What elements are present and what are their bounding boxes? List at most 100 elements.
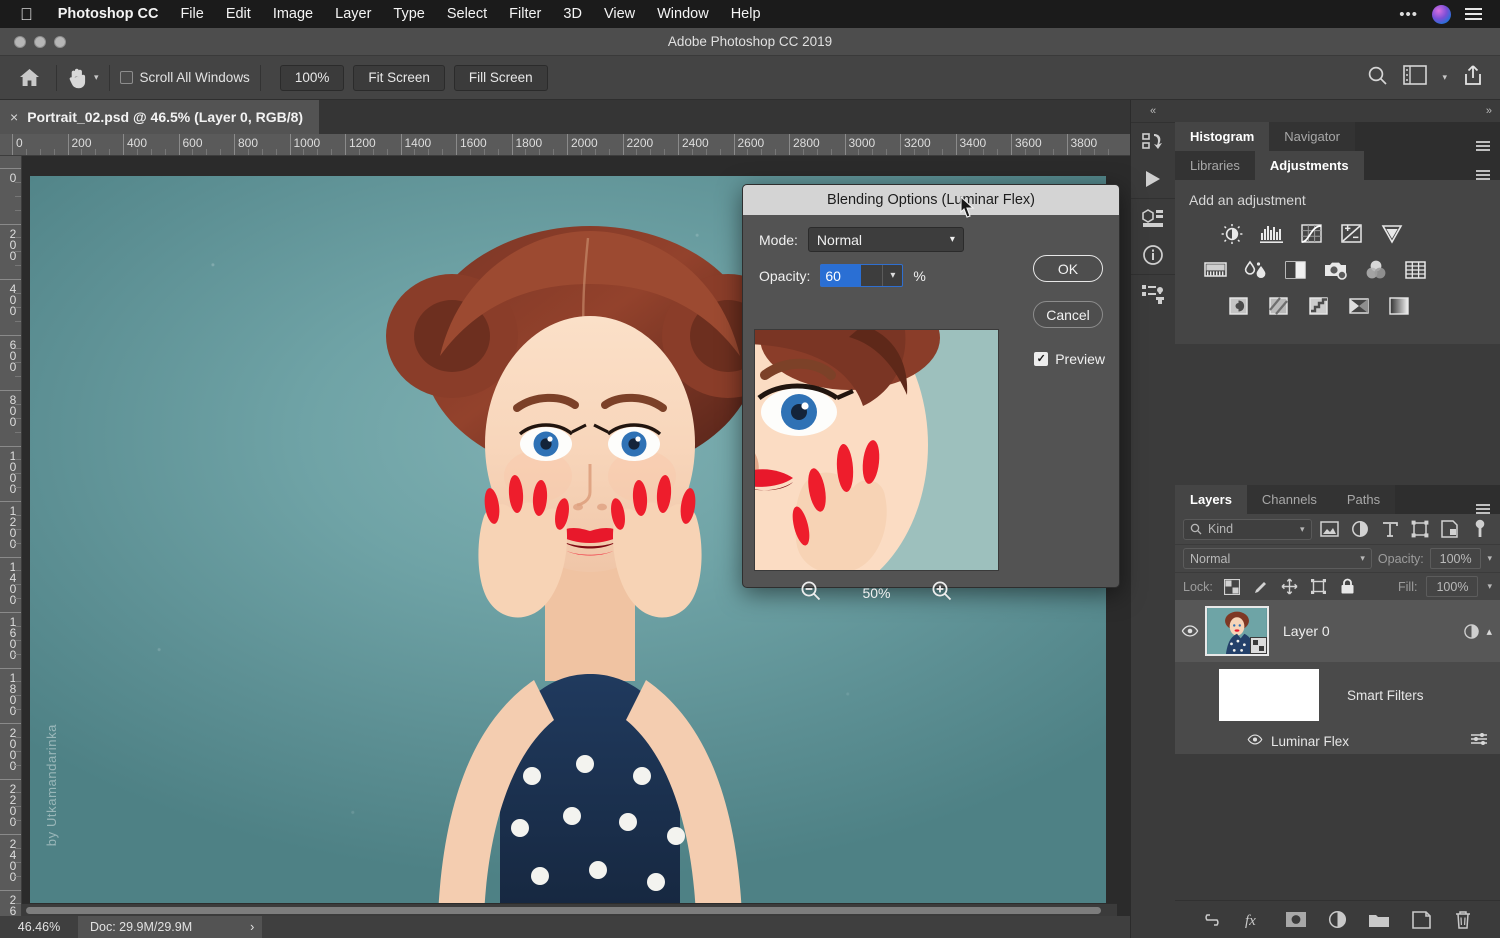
lock-image-pixels-icon[interactable] bbox=[1251, 577, 1271, 597]
menu-help[interactable]: Help bbox=[720, 6, 772, 22]
posterize-icon[interactable] bbox=[1267, 294, 1293, 318]
ok-button[interactable]: OK bbox=[1033, 255, 1103, 282]
delete-layer-icon[interactable] bbox=[1450, 908, 1476, 932]
menu-filter[interactable]: Filter bbox=[498, 6, 552, 22]
layer-thumbnail[interactable] bbox=[1205, 606, 1269, 656]
smart-filter-mask-thumbnail[interactable] bbox=[1219, 669, 1319, 721]
siri-icon[interactable] bbox=[1432, 4, 1451, 24]
menu-file[interactable]: File bbox=[169, 6, 214, 22]
menu-view[interactable]: View bbox=[593, 6, 646, 22]
opacity-value[interactable]: 60 bbox=[821, 265, 862, 286]
blending-options-dialog[interactable]: Blending Options (Luminar Flex) Mode: No… bbox=[742, 184, 1120, 601]
zoom-100-button[interactable]: 100% bbox=[279, 64, 345, 91]
smart-filters-row[interactable]: Smart Filters bbox=[1175, 662, 1500, 728]
fx-icon[interactable]: fx bbox=[1241, 908, 1267, 932]
chevron-down-icon[interactable]: ▾ bbox=[950, 234, 955, 245]
expand-panels-icon[interactable]: « bbox=[1131, 100, 1175, 122]
workspace-switcher-icon[interactable] bbox=[1403, 65, 1428, 90]
layer-mask-icon[interactable] bbox=[1283, 908, 1309, 932]
threshold-icon[interactable] bbox=[1307, 294, 1333, 318]
preview-checkbox[interactable]: ✓ Preview bbox=[1034, 351, 1105, 367]
layer-blend-mode-select[interactable]: Normal ▾ bbox=[1183, 548, 1372, 569]
panel-menu-icon[interactable] bbox=[1476, 504, 1500, 514]
adjustment-layer-icon[interactable] bbox=[1324, 908, 1350, 932]
photo-filter-icon[interactable] bbox=[1323, 258, 1349, 282]
close-icon[interactable]: × bbox=[10, 109, 18, 125]
filter-pixel-layers-icon[interactable] bbox=[1318, 518, 1342, 540]
home-icon[interactable] bbox=[12, 68, 46, 87]
curves-icon[interactable] bbox=[1299, 222, 1325, 246]
layer-name[interactable]: Layer 0 bbox=[1283, 623, 1330, 639]
vibrance-icon[interactable] bbox=[1379, 222, 1405, 246]
canvas-horizontal-scrollbar[interactable] bbox=[22, 903, 1117, 916]
panel-menu-icon[interactable] bbox=[1476, 170, 1500, 180]
brightness-contrast-icon[interactable] bbox=[1219, 222, 1245, 246]
levels-icon[interactable] bbox=[1259, 222, 1285, 246]
checkbox-box[interactable] bbox=[119, 71, 133, 84]
filter-adjustment-layers-icon[interactable] bbox=[1348, 518, 1372, 540]
dialog-preview-pane[interactable] bbox=[754, 329, 999, 571]
tab-libraries[interactable]: Libraries bbox=[1175, 151, 1255, 180]
collapse-panels-icon[interactable]: » bbox=[1175, 100, 1500, 122]
new-group-icon[interactable] bbox=[1366, 908, 1392, 932]
chevron-down-icon[interactable]: ▾ bbox=[1487, 581, 1492, 592]
chevron-down-icon[interactable]: ▾ bbox=[1442, 72, 1447, 83]
status-expand-icon[interactable]: › bbox=[250, 920, 254, 934]
mode-select[interactable]: Normal ▾ bbox=[807, 227, 964, 252]
chevron-down-icon[interactable]: ▾ bbox=[882, 265, 902, 286]
menu-window[interactable]: Window bbox=[646, 6, 720, 22]
zoom-in-icon[interactable] bbox=[931, 580, 953, 605]
vertical-ruler[interactable]: 0 200 400 600 800 1000 1200 1400 1600 1800 2000 220… bbox=[0, 156, 22, 916]
tab-histogram[interactable]: Histogram bbox=[1175, 122, 1270, 151]
menu-layer[interactable]: Layer bbox=[324, 6, 382, 22]
lock-artboard-nesting-icon[interactable] bbox=[1309, 577, 1329, 597]
exposure-icon[interactable] bbox=[1339, 222, 1365, 246]
menu-photoshop-cc[interactable]: Photoshop CC bbox=[47, 6, 170, 22]
checkbox-checked-icon[interactable]: ✓ bbox=[1034, 352, 1049, 366]
filter-smart-objects-icon[interactable] bbox=[1438, 518, 1462, 540]
chevron-down-icon[interactable]: ▾ bbox=[1360, 553, 1365, 564]
menu-image[interactable]: Image bbox=[262, 6, 324, 22]
control-center-icon[interactable] bbox=[1465, 8, 1482, 20]
menu-edit[interactable]: Edit bbox=[215, 6, 262, 22]
scrollbar-thumb[interactable] bbox=[26, 907, 1101, 914]
filter-row-luminar-flex[interactable]: Luminar Flex bbox=[1175, 728, 1500, 754]
tab-paths[interactable]: Paths bbox=[1331, 485, 1396, 514]
info-icon[interactable] bbox=[1138, 242, 1168, 268]
lock-position-icon[interactable] bbox=[1280, 577, 1300, 597]
filter-toggle-icon[interactable] bbox=[1468, 518, 1492, 540]
collapse-filters-icon[interactable]: ▴ bbox=[1486, 625, 1492, 638]
document-tab[interactable]: × Portrait_02.psd @ 46.5% (Layer 0, RGB/… bbox=[0, 100, 320, 134]
history-icon[interactable] bbox=[1138, 129, 1168, 155]
more-options-icon[interactable]: ••• bbox=[1399, 6, 1418, 23]
chevron-down-icon[interactable]: ▾ bbox=[1487, 553, 1492, 564]
horizontal-ruler[interactable]: 0 200 400 600 800 1000 1200 1400 1600 1800 2000 220… bbox=[0, 134, 1130, 156]
search-icon[interactable] bbox=[1367, 65, 1388, 91]
tool-presets-icon[interactable] bbox=[1138, 281, 1168, 307]
link-icon[interactable] bbox=[1199, 908, 1225, 932]
layer-visibility-icon[interactable] bbox=[1175, 625, 1205, 637]
tab-adjustments[interactable]: Adjustments bbox=[1254, 151, 1364, 180]
chevron-down-icon[interactable]: ▾ bbox=[1300, 524, 1305, 535]
document-size-info[interactable]: Doc: 29.9M/29.9M › bbox=[78, 916, 263, 938]
tab-layers[interactable]: Layers bbox=[1175, 485, 1247, 514]
tab-channels[interactable]: Channels bbox=[1246, 485, 1332, 514]
filter-name[interactable]: Luminar Flex bbox=[1271, 734, 1349, 749]
panel-menu-icon[interactable] bbox=[1476, 141, 1500, 151]
black-white-icon[interactable] bbox=[1283, 258, 1309, 282]
3d-panel-icon[interactable] bbox=[1138, 205, 1168, 231]
tab-navigator[interactable]: Navigator bbox=[1269, 122, 1355, 151]
color-lookup-icon[interactable] bbox=[1403, 258, 1429, 282]
zoom-level-value[interactable]: 46.46% bbox=[0, 920, 78, 934]
blending-options-icon[interactable] bbox=[1470, 732, 1500, 751]
filter-kind-select[interactable]: Kind ▾ bbox=[1183, 518, 1312, 540]
layer-row-layer-0[interactable]: Layer 0 ▴ bbox=[1175, 600, 1500, 662]
menu-type[interactable]: Type bbox=[382, 6, 435, 22]
smart-filter-badge-icon[interactable] bbox=[1463, 623, 1480, 640]
fill-screen-button[interactable]: Fill Screen bbox=[453, 64, 548, 91]
lock-transparent-pixels-icon[interactable] bbox=[1222, 577, 1242, 597]
opacity-input[interactable]: 60 ▾ bbox=[820, 264, 904, 287]
apple-logo-icon[interactable]:  bbox=[20, 6, 33, 23]
share-icon[interactable] bbox=[1462, 64, 1484, 91]
new-layer-icon[interactable] bbox=[1408, 908, 1434, 932]
